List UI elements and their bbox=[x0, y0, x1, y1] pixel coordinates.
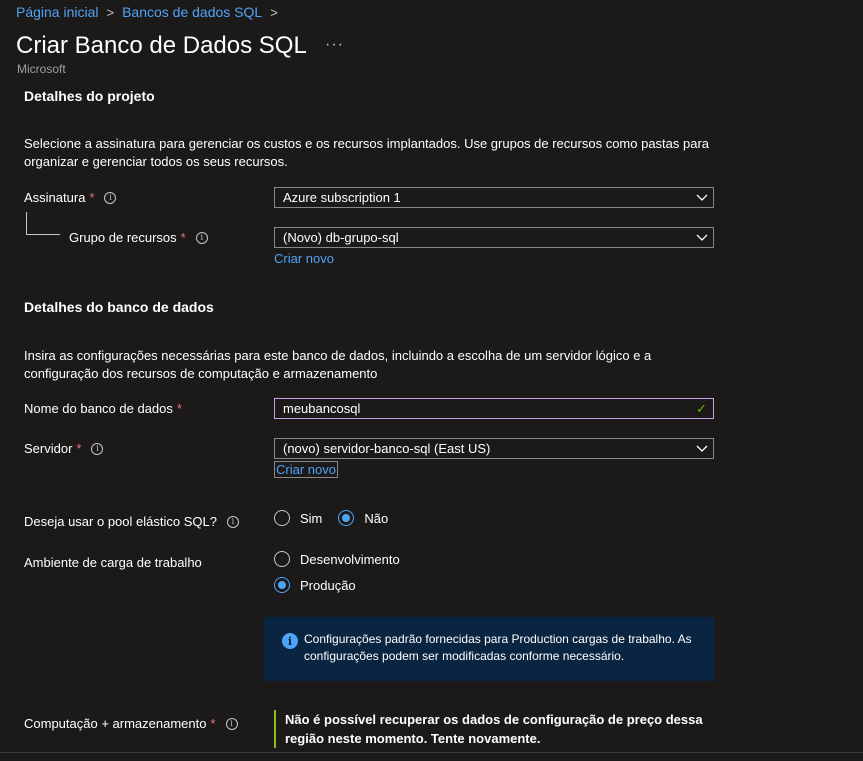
resource-group-label: Grupo de recursos * i bbox=[69, 230, 208, 245]
subscription-label: Assinatura * i bbox=[24, 190, 117, 205]
elastic-pool-label: Deseja usar o pool elástico SQL? i bbox=[24, 514, 239, 529]
elastic-pool-no-option[interactable]: Não bbox=[338, 510, 388, 526]
chevron-down-icon bbox=[691, 227, 713, 248]
publisher-label: Microsoft bbox=[17, 62, 66, 76]
required-marker: * bbox=[180, 230, 186, 245]
breadcrumb: Página inicial > Bancos de dados SQL > bbox=[16, 4, 286, 20]
radio-development[interactable] bbox=[274, 551, 290, 567]
required-marker: * bbox=[210, 716, 216, 731]
pricing-warning-message: Não é possível recuperar os dados de con… bbox=[274, 710, 725, 748]
workload-prod-option[interactable]: Produção bbox=[274, 577, 356, 593]
database-details-heading: Detalhes do banco de dados bbox=[24, 299, 214, 315]
radio-yes-label: Sim bbox=[300, 510, 323, 526]
chevron-down-icon bbox=[691, 438, 713, 459]
database-name-label-text: Nome do banco de dados bbox=[24, 401, 173, 416]
subscription-value: Azure subscription 1 bbox=[283, 190, 401, 205]
tree-connector-horizontal bbox=[26, 234, 60, 235]
radio-yes[interactable] bbox=[274, 510, 290, 526]
server-select[interactable]: (novo) servidor-banco-sql (East US) bbox=[274, 438, 714, 459]
subscription-label-text: Assinatura bbox=[24, 190, 86, 205]
database-name-label: Nome do banco de dados * bbox=[24, 401, 182, 416]
info-icon[interactable]: i bbox=[104, 191, 117, 204]
radio-development-label: Desenvolvimento bbox=[300, 551, 400, 567]
database-name-input[interactable]: meubancosql ✓ bbox=[274, 398, 714, 419]
server-label: Servidor * i bbox=[24, 441, 104, 456]
checkmark-icon: ✓ bbox=[696, 400, 707, 416]
info-icon[interactable]: i bbox=[225, 717, 238, 730]
required-marker: * bbox=[176, 401, 182, 416]
server-value: (novo) servidor-banco-sql (East US) bbox=[283, 441, 491, 456]
server-label-text: Servidor bbox=[24, 441, 73, 456]
chevron-right-icon: > bbox=[270, 4, 278, 20]
subscription-select[interactable]: Azure subscription 1 bbox=[274, 187, 714, 208]
chevron-down-icon bbox=[691, 187, 713, 208]
elastic-pool-radio-group: Sim Não bbox=[274, 510, 388, 526]
radio-no[interactable] bbox=[338, 510, 355, 526]
page-title: Criar Banco de Dados SQL bbox=[16, 32, 307, 59]
info-icon[interactable]: i bbox=[226, 515, 239, 528]
info-icon[interactable]: i bbox=[91, 442, 104, 455]
project-details-description: Selecione a assinatura para gerenciar os… bbox=[24, 136, 710, 169]
info-banner: i Configurações padrão fornecidas para P… bbox=[264, 617, 714, 681]
resource-group-value: (Novo) db-grupo-sql bbox=[283, 230, 399, 245]
more-options-button[interactable]: ··· bbox=[325, 36, 344, 54]
footer-divider bbox=[0, 752, 863, 753]
radio-no-label: Não bbox=[364, 510, 389, 526]
resource-group-label-text: Grupo de recursos bbox=[69, 230, 177, 245]
info-banner-message: Configurações padrão fornecidas para Pro… bbox=[304, 632, 692, 663]
required-marker: * bbox=[76, 441, 82, 456]
database-details-description: Insira as configurações necessárias para… bbox=[24, 348, 652, 381]
info-icon[interactable]: i bbox=[195, 231, 208, 244]
tree-connector-vertical bbox=[26, 212, 27, 234]
create-server-link[interactable]: Criar novo bbox=[274, 461, 338, 478]
radio-production[interactable] bbox=[274, 577, 290, 593]
info-filled-icon: i bbox=[282, 633, 298, 649]
radio-production-label: Produção bbox=[300, 577, 356, 593]
breadcrumb-home-link[interactable]: Página inicial bbox=[16, 4, 99, 20]
elastic-pool-yes-option[interactable]: Sim bbox=[274, 510, 322, 526]
chevron-right-icon: > bbox=[106, 4, 115, 20]
project-details-heading: Detalhes do projeto bbox=[24, 88, 155, 104]
resource-group-select[interactable]: (Novo) db-grupo-sql bbox=[274, 227, 714, 248]
compute-storage-label: Computação + armazenamento * i bbox=[24, 716, 238, 731]
create-resource-group-link[interactable]: Criar novo bbox=[274, 251, 334, 266]
elastic-pool-label-text: Deseja usar o pool elástico SQL? bbox=[24, 514, 217, 529]
database-name-value: meubancosql bbox=[283, 401, 361, 416]
workload-dev-option[interactable]: Desenvolvimento bbox=[274, 551, 400, 567]
workload-label: Ambiente de carga de trabalho bbox=[24, 555, 202, 570]
compute-storage-label-text: Computação + armazenamento bbox=[24, 716, 207, 731]
workload-label-text: Ambiente de carga de trabalho bbox=[24, 555, 202, 570]
required-marker: * bbox=[89, 190, 95, 205]
breadcrumb-sql-dbs-link[interactable]: Bancos de dados SQL bbox=[122, 4, 262, 20]
